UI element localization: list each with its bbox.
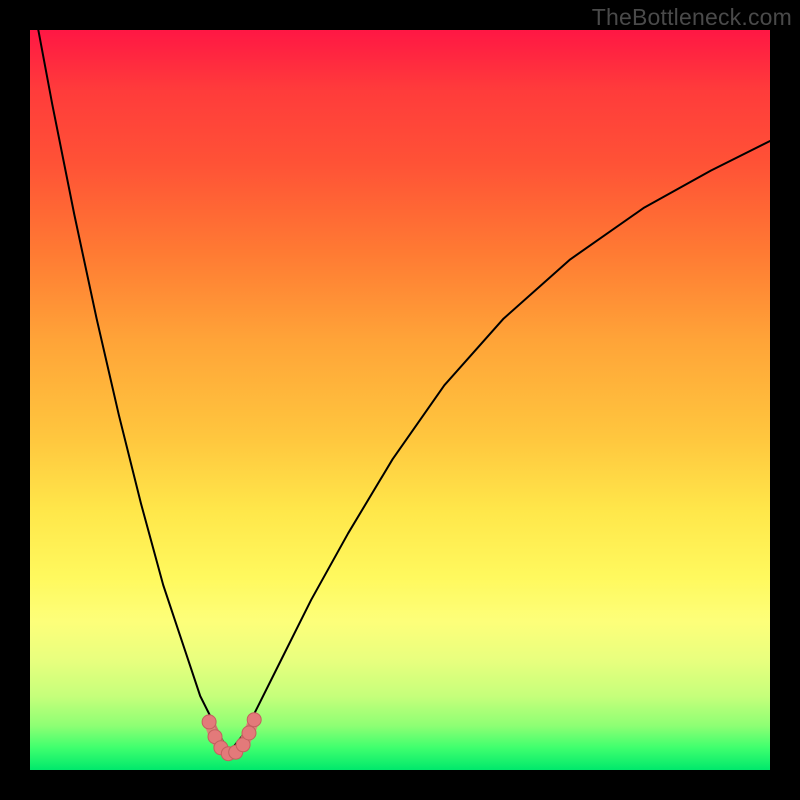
chart-frame: TheBottleneck.com bbox=[0, 0, 800, 800]
marker-cluster bbox=[202, 713, 261, 761]
watermark-text: TheBottleneck.com bbox=[592, 4, 792, 31]
marker-dot bbox=[242, 726, 256, 740]
curve-group bbox=[30, 30, 770, 752]
marker-dot bbox=[202, 715, 216, 729]
marker-dot bbox=[247, 713, 261, 727]
curve-right-branch bbox=[230, 141, 770, 752]
curve-left-branch bbox=[30, 30, 230, 752]
plot-area bbox=[30, 30, 770, 770]
chart-svg bbox=[30, 30, 770, 770]
